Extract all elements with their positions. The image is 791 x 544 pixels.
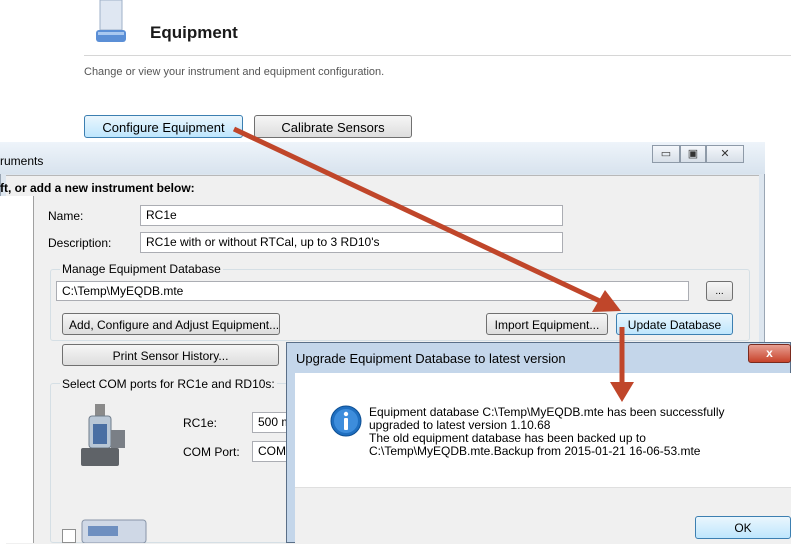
maximize-icon[interactable]: ▣ xyxy=(680,145,706,163)
rd10-checkbox[interactable] xyxy=(62,529,76,543)
equipment-description: Change or view your instrument and equip… xyxy=(84,66,385,78)
rc1e-label: RC1e: xyxy=(183,416,218,430)
name-label: Name: xyxy=(48,209,84,223)
equipment-beaker-icon xyxy=(96,0,126,42)
dialog-message: Equipment database C:\Temp\MyEQDB.mte ha… xyxy=(369,406,725,458)
dialog-message-line: C:\Temp\MyEQDB.mte.Backup from 2015-01-2… xyxy=(369,444,701,458)
rd10-device-icon xyxy=(81,519,147,543)
print-sensor-history-button[interactable]: Print Sensor History... xyxy=(62,344,279,366)
add-configure-equipment-button[interactable]: Add, Configure and Adjust Equipment... xyxy=(62,313,280,335)
ok-button[interactable]: OK xyxy=(695,516,791,539)
com-ports-title: Select COM ports for RC1e and RD10s: xyxy=(60,377,277,391)
equipment-title: Equipment xyxy=(150,23,238,42)
import-equipment-button[interactable]: Import Equipment... xyxy=(486,313,608,335)
instruments-window-title: ruments xyxy=(0,154,44,168)
com-port-label: COM Port: xyxy=(183,445,240,459)
info-icon xyxy=(330,405,362,437)
instruments-heading: ft, or add a new instrument below: xyxy=(0,181,195,195)
browse-button[interactable]: ... xyxy=(706,281,733,301)
minimize-icon[interactable]: ▭ xyxy=(652,145,680,163)
dialog-title: Upgrade Equipment Database to latest ver… xyxy=(296,351,566,366)
header-divider xyxy=(84,55,791,56)
name-field[interactable]: RC1e xyxy=(140,205,563,226)
window-controls: ▭ ▣ ✕ xyxy=(652,145,744,165)
description-field[interactable]: RC1e with or without RTCal, up to 3 RD10… xyxy=(140,232,563,253)
manage-database-title: Manage Equipment Database xyxy=(60,262,223,276)
calibrate-sensors-button[interactable]: Calibrate Sensors xyxy=(254,115,412,138)
close-icon[interactable]: ✕ xyxy=(706,145,744,163)
update-database-button[interactable]: Update Database xyxy=(616,313,733,335)
configure-equipment-button[interactable]: Configure Equipment xyxy=(84,115,243,138)
instruments-window-titlebar[interactable] xyxy=(0,142,765,174)
instrument-list-panel[interactable] xyxy=(0,196,34,543)
description-label: Description: xyxy=(48,236,112,250)
dialog-close-icon[interactable]: x xyxy=(748,344,791,363)
rc1e-reactor-icon xyxy=(81,404,125,466)
database-path-field[interactable]: C:\Temp\MyEQDB.mte xyxy=(56,281,689,301)
